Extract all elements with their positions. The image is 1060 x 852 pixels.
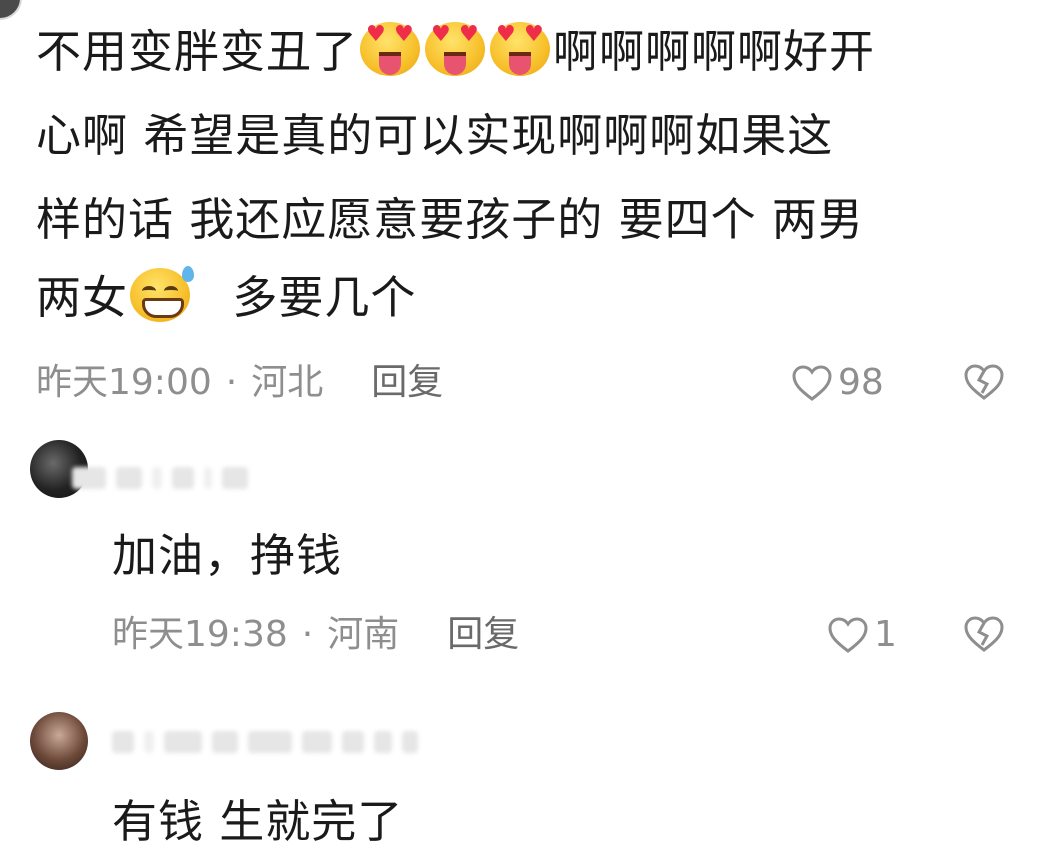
- blurred-username: [72, 458, 248, 498]
- timestamp: 昨天19:38: [112, 614, 288, 655]
- comment-line-4: 两女 多要几个: [36, 266, 417, 328]
- avatar[interactable]: [30, 712, 88, 770]
- timestamp: 昨天19:00: [36, 362, 212, 403]
- like-count: 1: [874, 614, 897, 655]
- like-button[interactable]: 1: [826, 610, 897, 660]
- dislike-button[interactable]: [962, 362, 1006, 406]
- heart-eyes-tongue-emoji-icon: ♥ ♥: [490, 22, 551, 76]
- broken-heart-icon: [964, 616, 1004, 652]
- like-count: 98: [838, 362, 884, 403]
- comment-text: 多要几个: [232, 271, 417, 324]
- heart-icon: [792, 365, 832, 401]
- like-button[interactable]: 98: [790, 358, 884, 408]
- location: 河北: [251, 362, 324, 403]
- location: 河南: [327, 614, 400, 655]
- reply-meta: 昨天19:38 · 河南 回复: [112, 610, 519, 660]
- dislike-button[interactable]: [962, 614, 1006, 658]
- comment-text: 啊啊啊啊啊好开: [553, 25, 876, 78]
- reply-text: 加油，挣钱: [112, 529, 343, 582]
- reply-text: 有钱 生就完了: [112, 795, 404, 848]
- comment-line-2: 心啊 希望是真的可以实现啊啊啊如果这: [36, 109, 834, 162]
- heart-eyes-tongue-emoji-icon: ♥ ♥: [360, 22, 421, 76]
- partial-avatar[interactable]: [0, 0, 22, 20]
- heart-eyes-tongue-emoji-icon: ♥ ♥: [425, 22, 486, 76]
- comment-meta: 昨天19:00 · 河北 回复: [36, 358, 443, 408]
- separator: ·: [301, 614, 314, 655]
- broken-heart-icon: [964, 364, 1004, 400]
- grinning-sweat-emoji-icon: [130, 266, 195, 322]
- blurred-username: [112, 722, 418, 762]
- heart-icon: [828, 617, 868, 653]
- comment-line-1: 不用变胖变丑了 ♥ ♥ ♥ ♥ ♥ ♥ 啊啊啊啊啊好开: [36, 22, 875, 82]
- reply-button[interactable]: 回复: [447, 614, 519, 655]
- comment-text: 不用变胖变丑了: [36, 25, 359, 78]
- separator: ·: [225, 362, 238, 403]
- comment-line-3: 样的话 我还应愿意要孩子的 要四个 两男: [36, 193, 864, 246]
- reply-button[interactable]: 回复: [371, 362, 443, 403]
- comment-text: 两女: [36, 271, 129, 324]
